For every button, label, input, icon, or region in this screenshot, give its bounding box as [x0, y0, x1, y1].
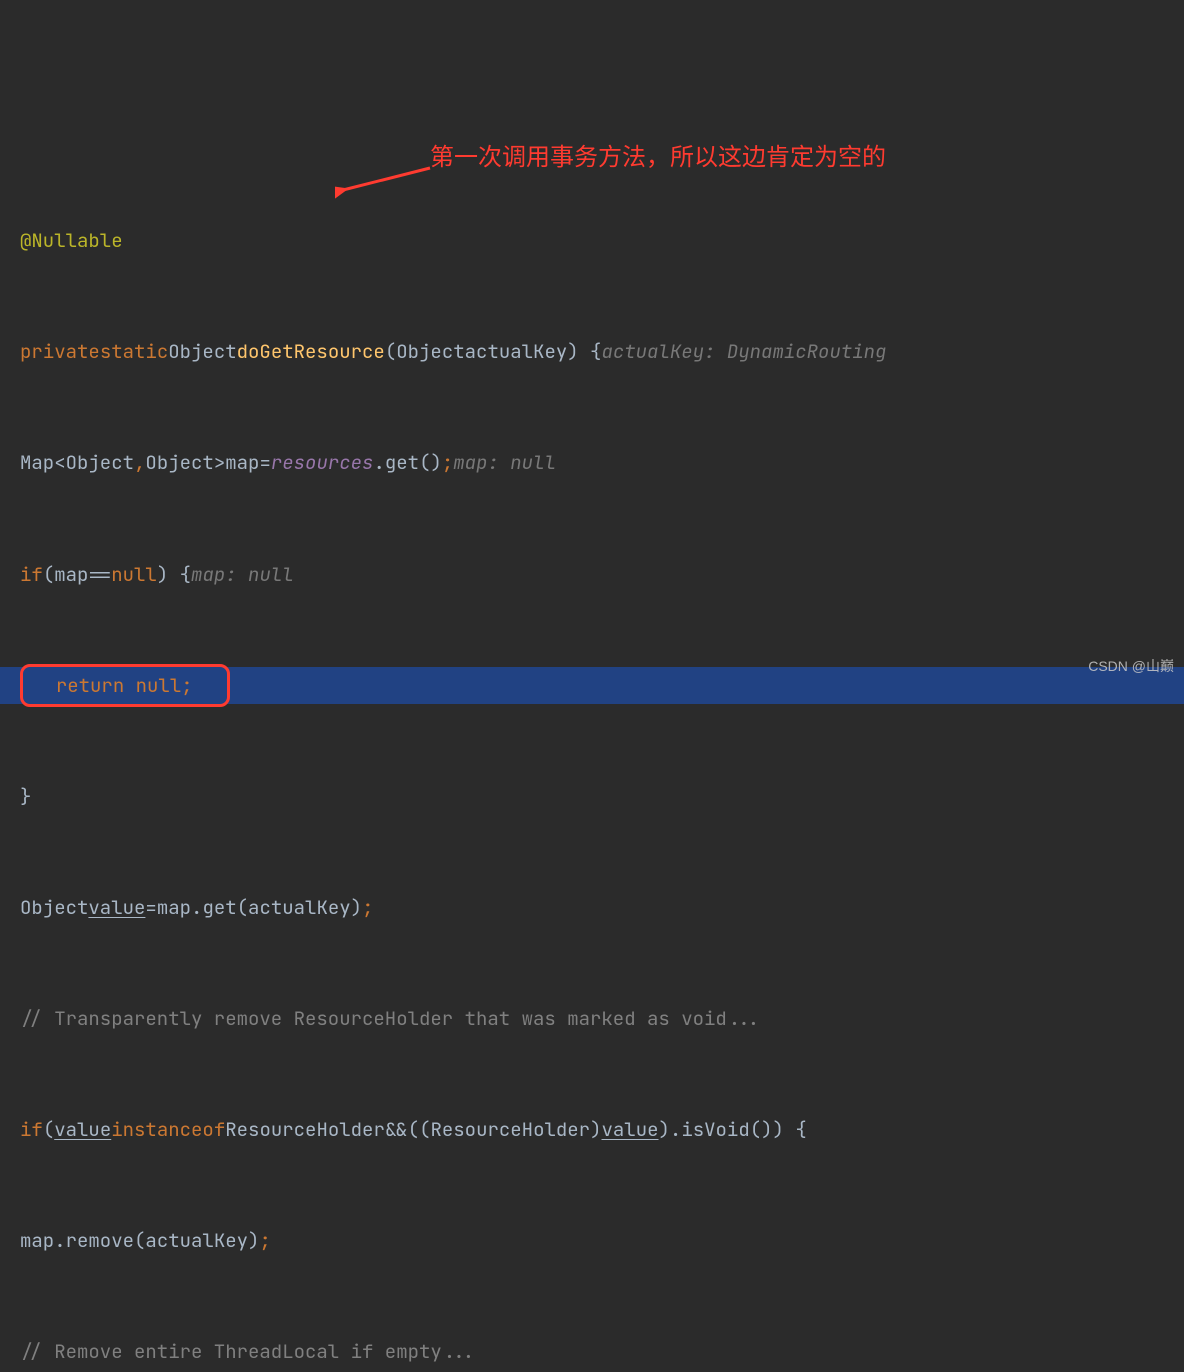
annotation-nullable: @Nullable	[20, 222, 123, 259]
inline-hint: map: null	[191, 556, 294, 593]
inline-hint: actualKey: DynamicRouting	[601, 333, 886, 370]
line-10: map.remove(actualKey);	[0, 1222, 1184, 1259]
line-2: private static Object doGetResource(Obje…	[0, 333, 1184, 370]
line-7: Object value = map.get(actualKey);	[0, 889, 1184, 926]
line-8: // Transparently remove ResourceHolder t…	[0, 1000, 1184, 1037]
line-5-highlighted: return null;	[0, 667, 1184, 704]
arrow-icon	[335, 165, 435, 205]
line-3: Map<Object, Object> map = resources.get(…	[0, 444, 1184, 481]
line-9: if (value instanceof ResourceHolder && (…	[0, 1111, 1184, 1148]
method-name: doGetResource	[237, 333, 385, 370]
red-outline-box: return null;	[20, 664, 230, 707]
code-editor: @Nullable private static Object doGetRes…	[0, 148, 1184, 1372]
inline-hint: map: null	[453, 444, 556, 481]
comment: // Remove entire ThreadLocal if empty...	[20, 1333, 476, 1370]
watermark: CSDN @山巅	[1088, 653, 1174, 680]
comment: // Transparently remove ResourceHolder t…	[20, 1000, 761, 1037]
line-11: // Remove entire ThreadLocal if empty...	[0, 1333, 1184, 1370]
line-4: if (map == null) { map: null	[0, 556, 1184, 593]
line-6: }	[0, 778, 1184, 815]
line-1: @Nullable	[0, 222, 1184, 259]
red-annotation-text: 第一次调用事务方法，所以这边肯定为空的	[430, 135, 886, 182]
